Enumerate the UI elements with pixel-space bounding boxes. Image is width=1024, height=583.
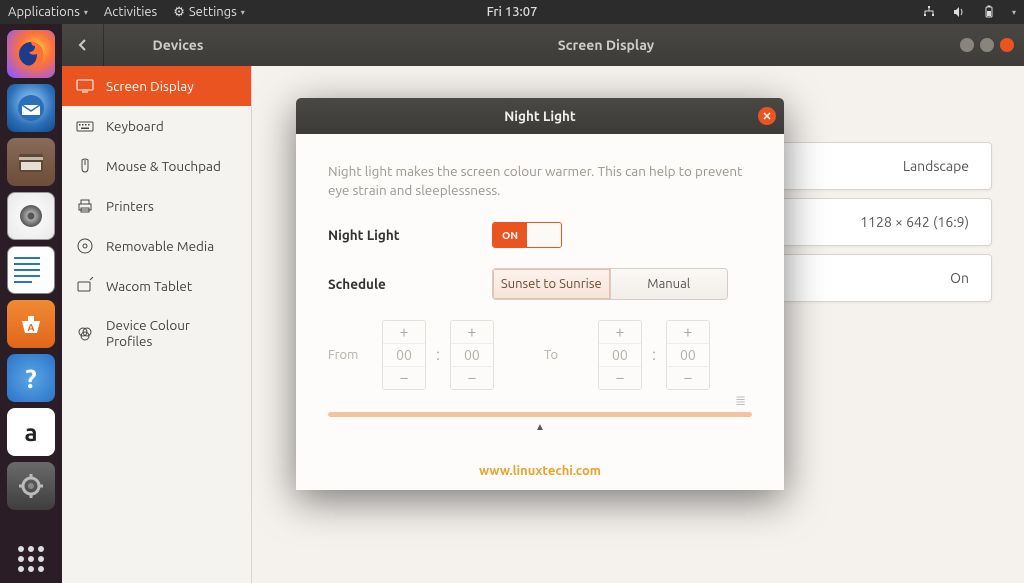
headerbar-section-title: Devices (104, 37, 252, 53)
from-time-group: From + 00 − : + 00 − (328, 320, 494, 390)
window-headerbar: Devices Screen Display (62, 24, 1024, 66)
from-minute-up[interactable]: + (451, 321, 493, 343)
from-hour-value: 00 (383, 343, 425, 367)
to-label: To (544, 348, 580, 362)
colour-icon (76, 324, 94, 342)
resolution-row[interactable]: 1128 × 642 (16:9) (772, 198, 992, 246)
launcher-help[interactable]: ? (7, 354, 55, 402)
dialog-titlebar: Night Light (296, 98, 784, 134)
from-hour-spinner: + 00 − (382, 320, 426, 390)
launcher-amazon[interactable]: a (7, 408, 55, 456)
to-minute-value: 00 (667, 343, 709, 367)
to-time-group: To + 00 − : + 00 − (544, 320, 710, 390)
sidebar-item-label: Device Colour Profiles (106, 317, 237, 349)
sidebar-item-removable-media[interactable]: Removable Media (62, 226, 251, 266)
battery-icon[interactable] (982, 5, 996, 19)
from-minute-down[interactable]: − (451, 367, 493, 389)
system-menu-chevron-icon[interactable]: ▾ (1012, 8, 1016, 17)
schedule-segment: Sunset to Sunrise Manual (492, 268, 728, 300)
launcher-files[interactable] (7, 138, 55, 186)
sidebar-item-label: Keyboard (106, 118, 164, 134)
sidebar-item-screen-display[interactable]: Screen Display (62, 66, 251, 106)
nightlight-row[interactable]: On (772, 254, 992, 302)
volume-icon[interactable] (952, 5, 966, 19)
network-icon[interactable] (922, 5, 936, 19)
sidebar-item-keyboard[interactable]: Keyboard (62, 106, 251, 146)
sidebar-item-label: Printers (106, 198, 154, 214)
from-hour-down[interactable]: − (383, 367, 425, 389)
settings-gear-icon: ⚙ (173, 5, 185, 20)
window-close-button[interactable] (1000, 38, 1014, 52)
launcher-rhythmbox[interactable] (7, 192, 55, 240)
devices-sidebar: Screen Display Keyboard Mouse & Touchpad… (62, 66, 252, 583)
from-label: From (328, 348, 364, 362)
sidebar-item-printers[interactable]: Printers (62, 186, 251, 226)
nightlight-toggle-label: Night Light (328, 227, 492, 243)
panel-clock[interactable]: Fri 13:07 (487, 5, 538, 19)
to-hour-up[interactable]: + (599, 321, 641, 343)
top-panel: Applications ▾ Activities ⚙ Settings ▾ F… (0, 0, 1024, 24)
panel-settings-menu[interactable]: ⚙ Settings ▾ (173, 5, 245, 20)
dialog-description: Night light makes the screen colour warm… (328, 162, 752, 200)
dialog-title: Night Light (504, 108, 576, 124)
to-minute-down[interactable]: − (667, 367, 709, 389)
color-temp-slider[interactable]: ≣ ▲ (328, 412, 752, 442)
launcher-ubuntu-software[interactable]: A (7, 300, 55, 348)
panel-activities[interactable]: Activities (104, 5, 157, 19)
from-minute-value: 00 (451, 343, 493, 367)
keyboard-icon (76, 117, 94, 135)
from-minute-spinner: + 00 − (450, 320, 494, 390)
to-minute-up[interactable]: + (667, 321, 709, 343)
to-hour-value: 00 (599, 343, 641, 367)
window-minimize-button[interactable] (960, 38, 974, 52)
display-icon (76, 77, 94, 95)
sidebar-item-label: Mouse & Touchpad (106, 158, 221, 174)
wacom-icon (76, 277, 94, 295)
slider-handle-icon: ▲ (328, 421, 752, 433)
sidebar-item-colour-profiles[interactable]: Device Colour Profiles (62, 306, 251, 360)
sidebar-item-wacom-tablet[interactable]: Wacom Tablet (62, 266, 251, 306)
sidebar-item-mouse-touchpad[interactable]: Mouse & Touchpad (62, 146, 251, 186)
to-hour-spinner: + 00 − (598, 320, 642, 390)
watermark-text: www.linuxtechi.com (296, 458, 784, 490)
back-button[interactable] (62, 24, 104, 66)
night-light-dialog: Night Light Night light makes the screen… (296, 98, 784, 490)
slider-end-icon: ≣ (735, 394, 746, 409)
launcher-libreoffice-writer[interactable] (7, 246, 55, 294)
sidebar-item-label: Wacom Tablet (106, 278, 192, 294)
sidebar-item-label: Screen Display (106, 78, 194, 94)
removable-media-icon (76, 237, 94, 255)
to-hour-down[interactable]: − (599, 367, 641, 389)
window-maximize-button[interactable] (980, 38, 994, 52)
dialog-close-button[interactable] (758, 107, 776, 125)
panel-applications-menu[interactable]: Applications ▾ (8, 5, 88, 19)
schedule-manual-button[interactable]: Manual (610, 269, 728, 299)
to-minute-spinner: + 00 − (666, 320, 710, 390)
sidebar-item-label: Removable Media (106, 238, 214, 254)
printer-icon (76, 197, 94, 215)
launcher-firefox[interactable] (7, 30, 55, 78)
launcher-show-applications[interactable] (7, 535, 55, 583)
from-hour-up[interactable]: + (383, 321, 425, 343)
svg-text:A: A (27, 322, 34, 333)
launcher-dock: A ? a (0, 24, 62, 583)
mouse-icon (76, 157, 94, 175)
schedule-label: Schedule (328, 276, 492, 292)
orientation-row[interactable]: Landscape (772, 142, 992, 190)
launcher-settings[interactable] (7, 462, 55, 510)
launcher-thunderbird[interactable] (7, 84, 55, 132)
nightlight-toggle[interactable]: ON (492, 222, 562, 248)
schedule-sunset-button[interactable]: Sunset to Sunrise (493, 269, 610, 299)
headerbar-page-title: Screen Display (252, 37, 960, 53)
